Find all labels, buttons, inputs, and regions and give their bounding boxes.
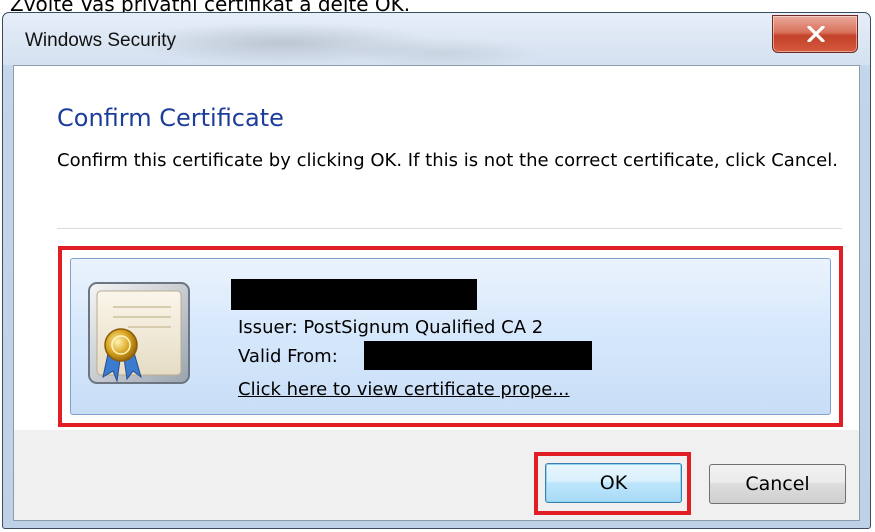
title-bar[interactable]: Windows Security	[3, 13, 870, 65]
redacted-certificate-name	[231, 279, 477, 310]
view-certificate-properties-link[interactable]: Click here to view certificate prope...	[238, 379, 570, 400]
certificate-tile[interactable]: Issuer: PostSignum Qualified CA 2 Valid …	[70, 258, 831, 415]
cancel-button[interactable]: Cancel	[709, 464, 846, 504]
windows-security-dialog: Windows Security Confirm Certificate Con…	[2, 12, 871, 529]
close-icon	[807, 26, 825, 42]
certificate-issuer: Issuer: PostSignum Qualified CA 2	[238, 317, 544, 338]
certificate-icon	[88, 282, 190, 384]
dialog-message: Confirm this certificate by clicking OK.…	[57, 150, 838, 171]
certificate-valid-from-label: Valid From:	[238, 346, 338, 367]
dialog-content: Confirm Certificate Confirm this certifi…	[14, 66, 859, 430]
ok-button[interactable]: OK	[545, 463, 682, 503]
certificate-highlight-frame: Issuer: PostSignum Qualified CA 2 Valid …	[58, 246, 843, 427]
window-title: Windows Security	[25, 30, 176, 51]
close-button[interactable]	[772, 15, 858, 53]
redacted-valid-from-date	[364, 341, 592, 370]
dialog-heading: Confirm Certificate	[57, 104, 284, 132]
dialog-client-area: Confirm Certificate Confirm this certifi…	[13, 65, 860, 521]
separator	[57, 228, 842, 229]
